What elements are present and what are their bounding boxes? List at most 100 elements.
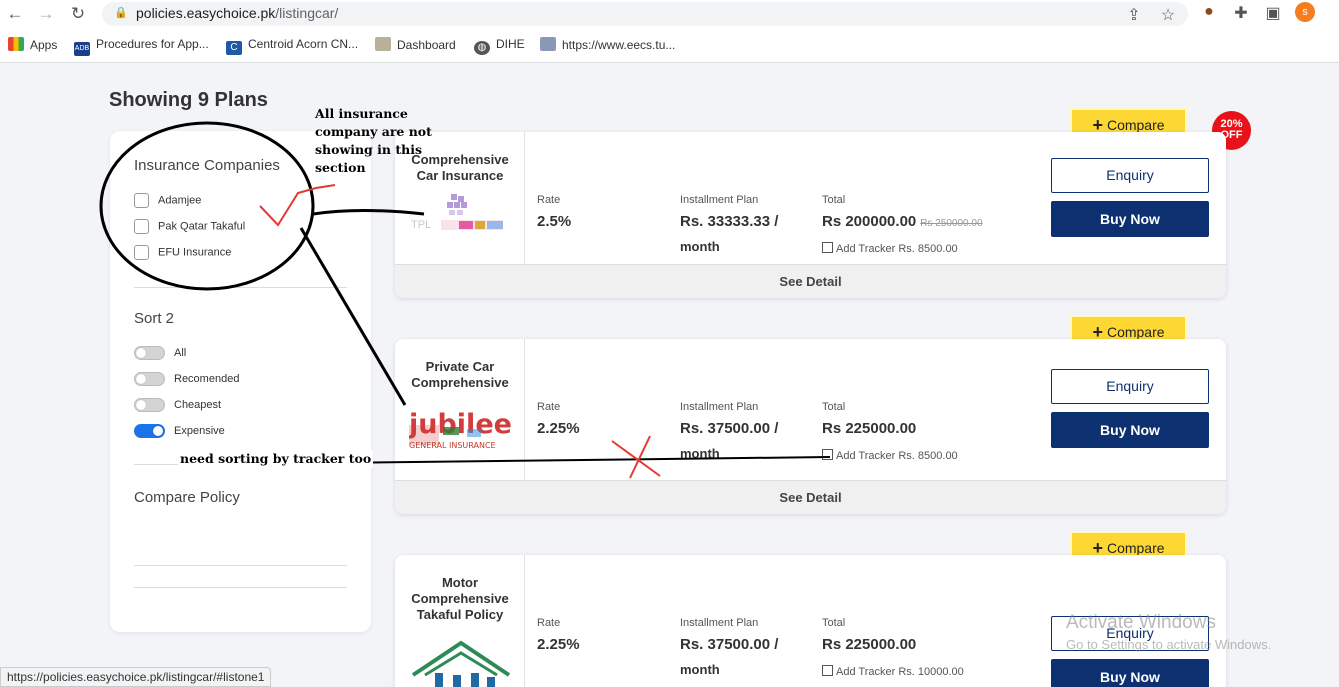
filter-sidebar: Insurance Companies Adamjee Pak Qatar Ta… [110,131,371,632]
eecs-icon [540,37,556,51]
tracker-checkbox[interactable] [822,449,833,460]
url-text: policies.easychoice.pk/listingcar/ [136,5,339,21]
enquiry-button[interactable]: Enquiry [1051,158,1209,193]
profile-avatar[interactable]: s [1295,2,1315,22]
adb-icon: ADB [74,42,90,56]
lock-icon: 🔒 [114,7,128,19]
toggle-switch[interactable] [134,424,165,438]
add-tracker-option[interactable]: Add Tracker Rs. 8500.00 [822,242,958,255]
rate-label: Rate [537,617,561,629]
divider [134,587,347,588]
toggle-switch[interactable] [134,346,165,360]
browser-toolbar: ← → ↻ 🔒 policies.easychoice.pk/listingca… [0,0,1339,29]
svg-text:TPL: TPL [411,219,431,231]
annotation-note: need sorting by tracker too [178,450,374,468]
checkbox[interactable] [134,245,149,260]
bookmark-eecs[interactable]: https://www.eecs.tu... [540,37,675,52]
bookmark-procedures[interactable]: ADB Procedures for App... [74,37,209,56]
installment-value: Rs. 33333.33 / [680,213,779,230]
add-tracker-option[interactable]: Add Tracker Rs. 8500.00 [822,449,958,462]
total-label: Total [822,617,846,629]
compare-policy-title: Compare Policy [134,489,240,506]
bookmark-centroid[interactable]: C Centroid Acorn CN... [226,37,358,55]
tracker-checkbox[interactable] [822,242,833,253]
rate-value: 2.25% [537,420,580,437]
buy-now-button[interactable]: Buy Now [1051,201,1209,237]
share-icon[interactable]: ⇪ [1124,5,1144,25]
sort-title: Sort 2 [134,310,175,327]
jubilee-logo: jubilee GENERAL INSURANCE [408,399,513,451]
bookmarks-bar: Apps ADB Procedures for App... C Centroid … [0,29,1339,63]
divider [524,339,525,480]
checkbox[interactable] [134,193,149,208]
checkbox[interactable] [134,219,149,234]
company-filter-adamjee[interactable]: Adamjee [134,193,201,211]
old-price: Rs 250000.00 [920,218,983,229]
windows-watermark-subtitle: Go to Settings to activate Windows. [1066,637,1272,652]
total-value: Rs 225000.00 [822,636,917,653]
divider [524,555,525,687]
bookmark-dihe[interactable]: ◍ DIHE [474,37,525,55]
see-detail-button[interactable]: See Detail [395,480,1226,514]
toggle-switch[interactable] [134,398,165,412]
rate-label: Rate [537,401,561,413]
installment-label: Installment Plan [680,401,759,413]
star-icon[interactable]: ☆ [1158,5,1178,25]
companies-title: Insurance Companies [134,157,280,174]
sort-toggle-expensive[interactable]: Expensive [134,424,225,440]
divider [134,565,347,566]
buy-now-button[interactable]: Buy Now [1051,659,1209,687]
dashboard-icon [375,37,391,51]
rate-label: Rate [537,194,561,206]
see-detail-button[interactable]: See Detail [395,264,1226,298]
plan-name: Private Car Comprehensive [411,359,509,390]
tracker-checkbox[interactable] [822,665,833,676]
total-label: Total [822,194,846,206]
sort-toggle-all[interactable]: All [134,346,186,362]
cookie-extension-icon[interactable]: ● [1199,3,1219,21]
installment-unit: month [680,662,720,677]
apps-grid-icon [8,37,24,51]
total-label: Total [822,401,846,413]
address-bar[interactable]: 🔒 policies.easychoice.pk/listingcar/ ⇪ ☆ [102,2,1188,26]
add-tracker-option[interactable]: Add Tracker Rs. 10000.00 [822,665,964,678]
rate-value: 2.25% [537,636,580,653]
plan-name: Motor Comprehensive Takaful Policy [411,575,509,622]
svg-text:jubilee: jubilee [409,409,512,440]
extensions-puzzle-icon[interactable]: ✚ [1231,3,1251,23]
company-filter-efu[interactable]: EFU Insurance [134,245,231,263]
reload-icon[interactable]: ↻ [68,4,88,24]
installment-unit: month [680,446,720,461]
sort-toggle-cheapest[interactable]: Cheapest [134,398,221,414]
globe-icon: ◍ [474,41,490,55]
forward-icon[interactable]: → [36,4,56,24]
page-title: Showing 9 Plans [109,89,268,111]
takaful-logo [409,635,513,687]
sort-toggle-recommended[interactable]: Recomended [134,372,239,388]
annotation-note: All insurance company are not showing in… [315,106,432,175]
buy-now-button[interactable]: Buy Now [1051,412,1209,448]
divider [524,132,525,264]
sidepanel-icon[interactable]: ▣ [1263,3,1283,23]
enquiry-button[interactable]: Enquiry [1051,369,1209,404]
plan-card: Private Car Comprehensive jubilee GENERA… [395,339,1226,514]
toggle-switch[interactable] [134,372,165,386]
svg-text:GENERAL INSURANCE: GENERAL INSURANCE [409,441,496,450]
installment-value: Rs. 37500.00 / [680,420,779,437]
installment-value: Rs. 37500.00 / [680,636,779,653]
company-filter-pak-qatar[interactable]: Pak Qatar Takaful [134,219,245,237]
installment-unit: month [680,239,720,254]
rate-value: 2.5% [537,213,572,230]
total-value: Rs 200000.00 Rs 250000.00 [822,213,983,230]
tpl-insurance-logo: TPL [411,194,511,234]
centroid-icon: C [226,41,242,55]
installment-label: Installment Plan [680,194,759,206]
installment-label: Installment Plan [680,617,759,629]
divider [134,287,347,288]
status-bar-url: https://policies.easychoice.pk/listingca… [0,667,272,687]
total-value: Rs 225000.00 [822,420,917,437]
bookmark-apps[interactable]: Apps [8,37,57,52]
back-icon[interactable]: ← [5,4,25,24]
windows-watermark-title: Activate Windows [1066,612,1216,633]
bookmark-dashboard[interactable]: Dashboard [375,37,456,52]
